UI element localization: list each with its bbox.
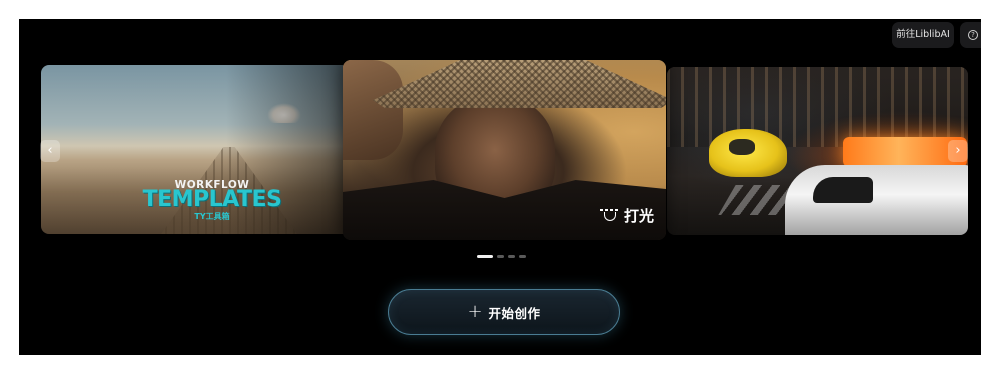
hero-stage: 前往LiblibAI ? WORKFLOW TEMPLATES TY工具箱 打光 — [19, 19, 981, 355]
carousel-dot-4[interactable] — [519, 255, 526, 258]
police-car — [785, 165, 968, 235]
carousel-dot-3[interactable] — [508, 255, 515, 258]
carousel-pagination — [477, 255, 526, 258]
samurai-arm — [343, 60, 403, 160]
plus-icon: + — [467, 301, 483, 322]
yellow-car — [709, 129, 787, 177]
carousel-slide-street-scene[interactable] — [667, 67, 968, 235]
carousel-slide-workflow-templates[interactable]: WORKFLOW TEMPLATES TY工具箱 — [41, 65, 349, 234]
start-creating-button[interactable]: + 开始创作 — [388, 289, 620, 335]
carousel-dot-1[interactable] — [477, 255, 493, 258]
carousel-slide-relight[interactable]: 打光 — [343, 60, 666, 240]
relight-tag: 打光 — [599, 205, 654, 226]
relight-label: 打光 — [623, 207, 654, 225]
carousel-next-button[interactable]: › — [948, 140, 968, 162]
police-car-window — [813, 177, 873, 203]
building-facade — [667, 67, 968, 147]
template-title-big: TEMPLATES — [142, 187, 282, 212]
carousel-dot-2[interactable] — [497, 255, 504, 258]
relight-lamp-icon — [599, 208, 618, 223]
help-button[interactable]: ? — [960, 22, 981, 48]
carousel-prev-button[interactable]: ‹ — [40, 140, 60, 162]
start-creating-label: 开始创作 — [488, 305, 541, 321]
goto-liblibai-button[interactable]: 前往LiblibAI — [892, 22, 954, 48]
template-subtitle: TY工具箱 — [194, 212, 230, 221]
question-circle-icon: ? — [968, 30, 978, 40]
